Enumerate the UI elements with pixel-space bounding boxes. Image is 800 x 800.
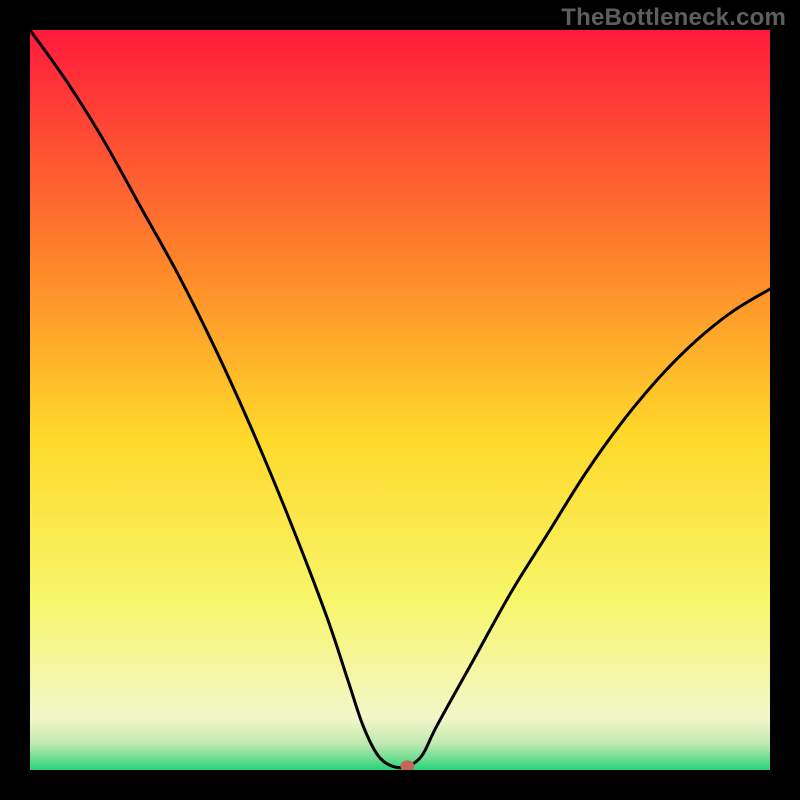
bottleneck-chart (30, 30, 770, 770)
watermark-text: TheBottleneck.com (561, 4, 786, 32)
chart-frame: TheBottleneck.com (0, 0, 800, 800)
gradient-background (30, 30, 770, 770)
